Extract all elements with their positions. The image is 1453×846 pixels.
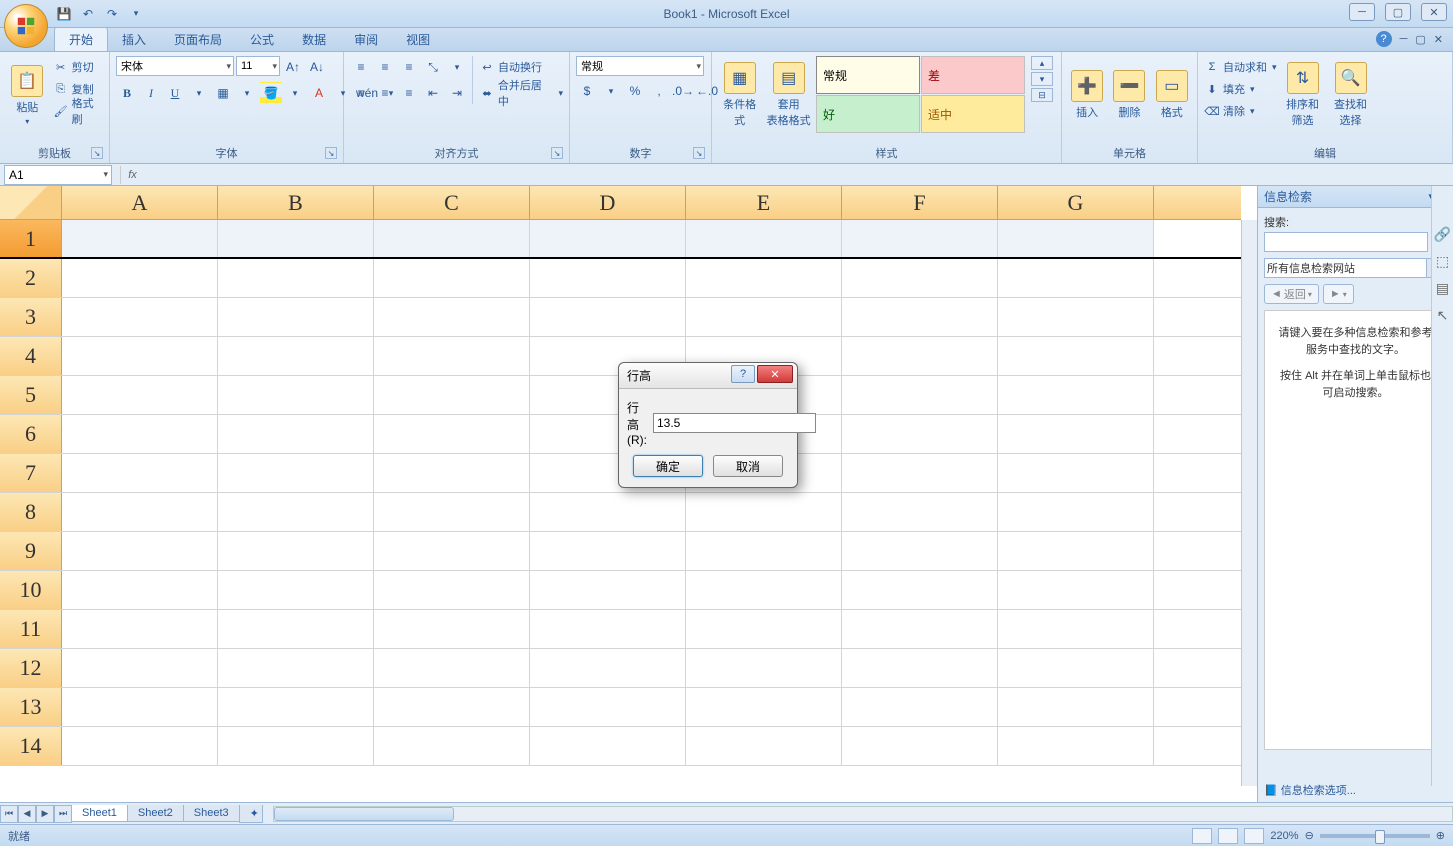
dialog-cancel-button[interactable]: 取消: [713, 455, 783, 477]
modal-overlay: 行高 ? ✕ 行高(R): 确定 取消: [0, 0, 1453, 846]
dialog-titlebar[interactable]: 行高 ? ✕: [619, 363, 797, 389]
dialog-help-button[interactable]: ?: [731, 365, 755, 383]
row-height-dialog: 行高 ? ✕ 行高(R): 确定 取消: [618, 362, 798, 488]
row-height-input[interactable]: [653, 413, 816, 433]
office-logo-icon: [15, 15, 37, 37]
row-height-label: 行高(R):: [627, 399, 647, 447]
dialog-close-button[interactable]: ✕: [757, 365, 793, 383]
dialog-ok-button[interactable]: 确定: [633, 455, 703, 477]
dialog-title-text: 行高: [627, 367, 651, 384]
office-button[interactable]: [4, 4, 48, 48]
